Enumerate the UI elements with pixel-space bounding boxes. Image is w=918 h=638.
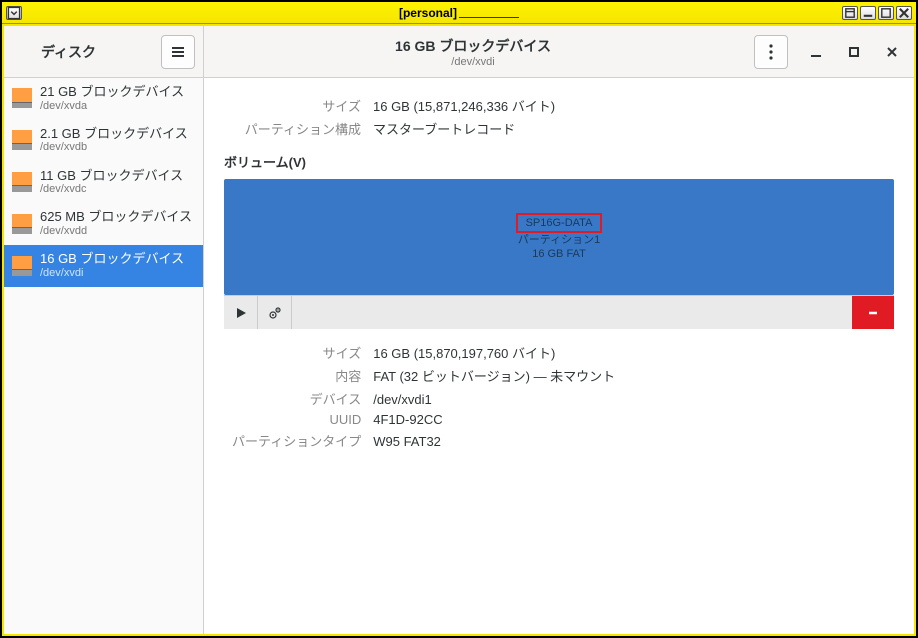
disk-icon xyxy=(12,172,32,192)
volume-name-highlighted: SP16G-DATA xyxy=(516,213,603,233)
parttable-label: パーティション構成 xyxy=(224,117,369,140)
inner-maximize-button[interactable] xyxy=(844,42,864,62)
play-icon xyxy=(234,306,248,320)
partition-details-table: サイズ 16 GB (15,870,197,760 バイト) 内容 FAT (3… xyxy=(224,341,619,452)
content-label: 内容 xyxy=(224,364,369,387)
uuid-label: UUID xyxy=(224,410,369,429)
page-title: 16 GB ブロックデバイス xyxy=(395,36,551,56)
window-menu-icon[interactable] xyxy=(6,6,22,20)
mount-button[interactable] xyxy=(224,296,258,329)
disk-item-name: 11 GB ブロックデバイス xyxy=(40,168,183,184)
volume-settings-button[interactable] xyxy=(258,296,292,329)
disk-item-name: 16 GB ブロックデバイス xyxy=(40,251,184,267)
header-bar: ディスク 16 GB ブロックデバイス /dev/xvdi xyxy=(4,26,914,78)
kebab-icon xyxy=(769,44,773,60)
sidebar-title: ディスク xyxy=(12,42,125,62)
parttype-value: W95 FAT32 xyxy=(369,429,619,452)
psize-value: 16 GB (15,870,197,760 バイト) xyxy=(369,341,619,364)
close-icon[interactable] xyxy=(896,6,912,20)
titlebar[interactable]: [personal] xyxy=(2,2,916,24)
page-subtitle: /dev/xvdi xyxy=(451,56,494,68)
disk-list-item[interactable]: 11 GB ブロックデバイス/dev/xvdc xyxy=(4,162,203,204)
volume-fs-label: 16 GB FAT xyxy=(516,247,603,261)
parttype-label: パーティションタイプ xyxy=(224,429,369,452)
volume-toolbar xyxy=(224,295,894,329)
disk-info-table: サイズ 16 GB (15,871,246,336 バイト) パーティション構成… xyxy=(224,94,559,140)
titlebar-btn-1[interactable] xyxy=(842,6,858,20)
uuid-value: 4F1D-92CC xyxy=(369,410,619,429)
content-value: FAT (32 ビットバージョン) — 未マウント xyxy=(369,364,619,387)
drive-menu-button[interactable] xyxy=(754,35,788,69)
disk-icon xyxy=(12,88,32,108)
disk-list-item[interactable]: 21 GB ブロックデバイス/dev/xvda xyxy=(4,78,203,120)
disk-item-path: /dev/xvdb xyxy=(40,141,188,154)
disk-item-path: /dev/xvda xyxy=(40,100,184,113)
size-value: 16 GB (15,871,246,336 バイト) xyxy=(369,94,559,117)
size-label: サイズ xyxy=(224,94,369,117)
disk-icon xyxy=(12,214,32,234)
disk-list-item[interactable]: 16 GB ブロックデバイス/dev/xvdi xyxy=(4,245,203,287)
minus-icon xyxy=(866,306,880,320)
device-label: デバイス xyxy=(224,387,369,410)
content-area: サイズ 16 GB (15,871,246,336 バイト) パーティション構成… xyxy=(204,78,914,634)
hamburger-menu-button[interactable] xyxy=(161,35,195,69)
disk-item-path: /dev/xvdd xyxy=(40,225,192,238)
titlebar-title: [personal] xyxy=(399,6,519,20)
disk-icon xyxy=(12,256,32,276)
disk-list-item[interactable]: 2.1 GB ブロックデバイス/dev/xvdb xyxy=(4,120,203,162)
disk-item-name: 2.1 GB ブロックデバイス xyxy=(40,126,188,142)
disk-list-item[interactable]: 625 MB ブロックデバイス/dev/xvdd xyxy=(4,203,203,245)
gears-icon xyxy=(268,306,282,320)
minimize-icon[interactable] xyxy=(860,6,876,20)
psize-label: サイズ xyxy=(224,341,369,364)
volume-partition-label: パーティション1 xyxy=(516,233,603,247)
inner-close-button[interactable] xyxy=(882,42,902,62)
device-value: /dev/xvdi1 xyxy=(369,387,619,410)
inner-minimize-button[interactable] xyxy=(806,42,826,62)
disk-icon xyxy=(12,130,32,150)
disk-item-name: 625 MB ブロックデバイス xyxy=(40,209,192,225)
parttable-value: マスターブートレコード xyxy=(369,117,559,140)
hamburger-icon xyxy=(170,44,186,60)
maximize-icon[interactable] xyxy=(878,6,894,20)
disk-item-name: 21 GB ブロックデバイス xyxy=(40,84,184,100)
disk-item-path: /dev/xvdc xyxy=(40,183,183,196)
volumes-heading: ボリューム(V) xyxy=(224,152,894,171)
volume-partition-block[interactable]: SP16G-DATA パーティション1 16 GB FAT xyxy=(224,179,894,295)
window-frame: [personal] ディスク 16 GB ブロックデバイス /dev/xvdi xyxy=(0,0,918,638)
disk-item-path: /dev/xvdi xyxy=(40,267,184,280)
delete-partition-button[interactable] xyxy=(852,296,894,329)
disk-list-sidebar: 21 GB ブロックデバイス/dev/xvda2.1 GB ブロックデバイス/d… xyxy=(4,78,204,634)
